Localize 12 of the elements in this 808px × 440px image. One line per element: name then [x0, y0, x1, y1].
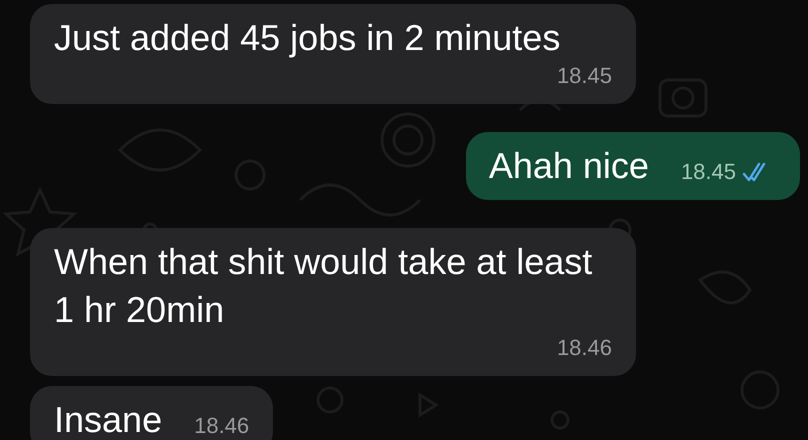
message-bubble[interactable]: Just added 45 jobs in 2 minutes 18.45 — [30, 4, 636, 104]
message-text: Ahah nice — [488, 144, 649, 188]
message-time: 18.45 — [556, 62, 612, 90]
message-time: 18.46 — [194, 412, 250, 440]
message-time: 18.45 — [680, 158, 736, 186]
message-text: Insane — [54, 398, 162, 440]
message-text: When that shit would take at least 1 hr 20min — [54, 240, 594, 332]
message-text: Just added 45 jobs in 2 minutes — [54, 16, 560, 60]
message-bubble[interactable]: Insane 18.46 — [30, 386, 274, 440]
message-bubble[interactable]: Ahah nice 18.45 — [466, 132, 800, 200]
message-bubble[interactable]: When that shit would take at least 1 hr 20min 18.46 — [30, 228, 636, 376]
message-time: 18.46 — [556, 334, 612, 362]
